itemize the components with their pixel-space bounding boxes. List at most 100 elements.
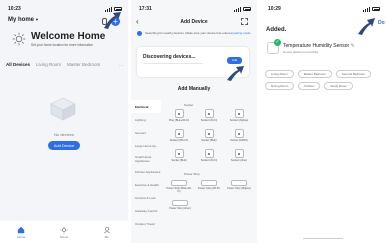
device-name: Temperature Humidity Sensor (283, 43, 350, 49)
device-grid: Socket Plug (BLE+Wi-Fi) Socket (Wi-Fi) S… (164, 100, 254, 218)
socket-icon (204, 109, 214, 118)
welcome-title: Welcome Home (31, 31, 106, 42)
room-tag[interactable]: Second Bedroom (335, 70, 372, 78)
socket-icon (204, 129, 214, 138)
status-bar: 10:29 (268, 5, 380, 13)
more-tabs-icon[interactable]: ... (119, 62, 124, 67)
bottom-nav: Home Scene Me (0, 221, 128, 243)
category-list: Electrical Lighting Sensors Large Home A… (131, 100, 161, 230)
pointer-arrow-icon (104, 12, 121, 29)
device-tile[interactable]: Socket (BLE) (165, 149, 193, 169)
device-row: Power Strip (other) (164, 198, 254, 218)
add-device-button[interactable]: Add Device (48, 141, 80, 150)
socket-icon (234, 129, 244, 138)
discovering-text: Discovering devices... (143, 54, 196, 60)
room-tag[interactable]: Living Room (265, 70, 294, 78)
socket-icon (234, 149, 244, 158)
section-title-socket: Socket (184, 102, 194, 107)
category-item[interactable]: Sensors (131, 126, 161, 139)
socket-icon (174, 109, 184, 118)
discovering-progress (143, 63, 203, 65)
device-tile[interactable]: Socket (Zigbee) (225, 109, 253, 129)
nav-home[interactable]: Home (17, 226, 25, 239)
room-tags: Living Room Master Bedroom Second Bedroo… (265, 70, 383, 90)
empty-box-icon (50, 97, 76, 121)
tab-living-room[interactable]: Living Room (36, 62, 61, 67)
category-item[interactable]: Gateway Control (131, 204, 161, 217)
device-tile[interactable]: Socket (Wi-Fi) (195, 149, 223, 169)
device-tile[interactable]: Power Strip (Zigbee) (225, 178, 253, 198)
power-strip-icon (231, 180, 247, 186)
room-tag[interactable]: Kitchen (298, 82, 321, 90)
welcome-subtitle[interactable]: Set your home location for more informat… (31, 43, 93, 47)
room-tag[interactable]: Study Room (324, 82, 353, 90)
added-device-card: ✓ Temperature Humidity Sensor ✎ Device a… (265, 37, 381, 62)
status-time: 17:31 (139, 6, 152, 12)
socket-icon (234, 109, 244, 118)
socket-icon (174, 149, 184, 158)
added-title: Added. (266, 27, 287, 33)
socket-icon (204, 149, 214, 158)
nav-scene[interactable]: Scene (60, 225, 68, 239)
room-tabs: All Devices Living Room Master Bedroom .… (6, 62, 124, 67)
edit-icon[interactable]: ✎ (351, 43, 355, 49)
device-row: Power Strip (BLE+Wi-Fi) Power Strip (Wi-… (164, 178, 254, 198)
sun-icon (12, 32, 26, 46)
device-row: Socket (BLE) Socket (Wi-Fi) Socket (othe… (164, 149, 254, 169)
page-title: Add Device (180, 19, 208, 25)
device-tile[interactable]: Socket (BLE) (195, 129, 223, 149)
category-item[interactable]: Camera & Lock (131, 191, 161, 204)
device-tile[interactable]: Socket (NB-IoT) (165, 129, 193, 149)
device-status: Device added successfully (283, 50, 319, 54)
scene-icon (60, 225, 68, 234)
section-title-power-strip: Power Strip (184, 171, 200, 176)
category-item[interactable]: Kitchen Appliances (131, 165, 161, 178)
scan-icon[interactable] (241, 18, 248, 25)
power-strip-icon (201, 180, 217, 186)
category-item[interactable]: Exercise & Health (131, 178, 161, 191)
device-tile[interactable]: Power Strip (BLE+Wi-Fi) (165, 178, 193, 198)
pairing-mode-link[interactable]: pairing mode (233, 31, 250, 35)
pointer-arrow-icon (358, 18, 375, 35)
bluetooth-note-text: Searching for nearby devices. Make sure … (145, 31, 233, 35)
status-time: 10:23 (8, 6, 21, 12)
socket-icon (174, 129, 184, 138)
device-tile[interactable]: Power Strip (other) (166, 198, 194, 218)
empty-state-text: No devices (54, 132, 74, 137)
signal-icon (363, 6, 370, 12)
status-time: 10:29 (268, 6, 281, 12)
category-item[interactable]: Electrical (131, 100, 161, 113)
category-item[interactable]: Large Home Ap... (131, 139, 161, 152)
device-tile[interactable]: Socket (Wi-Fi) (195, 109, 223, 129)
tab-all-devices[interactable]: All Devices (6, 62, 30, 67)
device-row: Plug (BLE+Wi-Fi) Socket (Wi-Fi) Socket (… (164, 109, 254, 129)
battery-icon (243, 7, 251, 11)
device-tile[interactable]: Power Strip (Wi-Fi) (195, 178, 223, 198)
power-strip-icon (171, 180, 187, 186)
category-item[interactable]: Outdoor Travel (131, 217, 161, 230)
bluetooth-icon (137, 31, 142, 36)
category-item[interactable]: Lighting (131, 113, 161, 126)
category-item[interactable]: Small Home Appliances (131, 152, 161, 165)
tab-master-bedroom[interactable]: Master Bedroom (67, 62, 100, 67)
home-indicator (303, 237, 343, 239)
home-selector[interactable]: My home▼ (8, 17, 39, 23)
me-icon (103, 226, 110, 233)
home-icon (18, 226, 25, 233)
device-added-screen: 10:29 Do Added. ✓ Temperature Humidity S… (260, 0, 386, 243)
device-tile[interactable]: Socket (GPRS) (225, 129, 253, 149)
home-selector-label: My home (8, 17, 35, 23)
nav-me[interactable]: Me (103, 226, 111, 239)
add-manually-title: Add Manually (177, 86, 211, 92)
status-bar: 17:31 (139, 5, 251, 13)
device-row: Socket (NB-IoT) Socket (BLE) Socket (GPR… (164, 129, 254, 149)
device-tile[interactable]: Plug (BLE+Wi-Fi) (165, 109, 193, 129)
room-tag[interactable]: Master Bedroom (297, 70, 332, 78)
signal-icon (234, 6, 241, 12)
home-screen: 10:23 My home▼ + Welcome Home Set your h… (0, 0, 128, 243)
add-device-screen: 17:31 ‹ Add Device Searching for nearby … (131, 0, 257, 243)
room-tag[interactable]: Dining Room (265, 82, 295, 90)
device-tile[interactable]: Socket (other) (225, 149, 253, 169)
done-button[interactable]: Do (378, 20, 385, 26)
pointer-arrow-icon (227, 66, 244, 81)
